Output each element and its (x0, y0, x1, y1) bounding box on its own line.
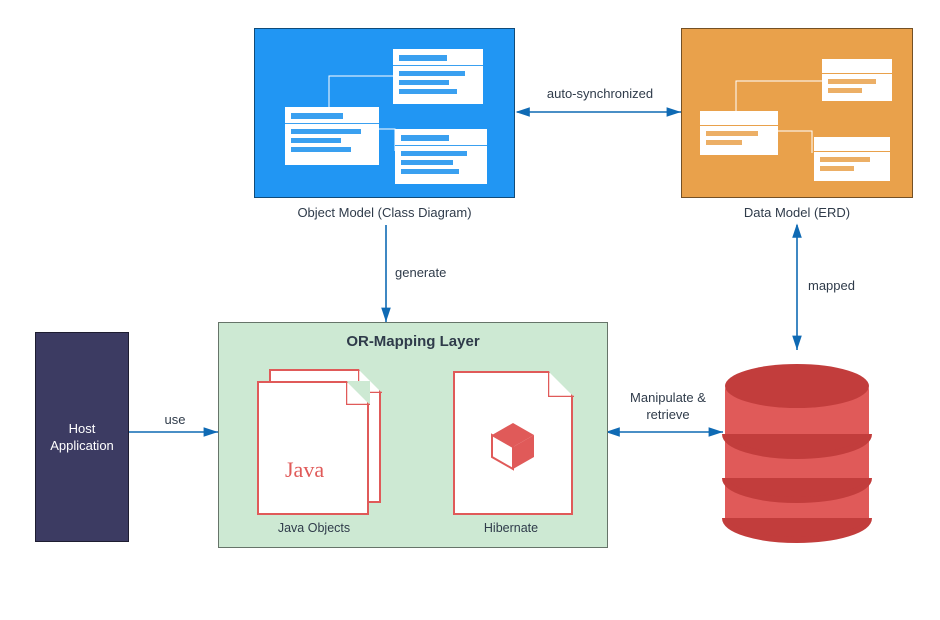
edge-manipulate-label: Manipulate & retrieve (618, 390, 718, 424)
data-model-panel (681, 28, 913, 198)
class-card (393, 49, 483, 104)
hibernate-file (453, 371, 573, 515)
hibernate-label: Hibernate (443, 521, 579, 535)
erd-card (822, 59, 892, 101)
data-model-label: Data Model (ERD) (681, 205, 913, 220)
database-icon (720, 350, 875, 550)
edge-generate-label: generate (395, 265, 475, 280)
erd-card (814, 137, 890, 181)
hibernate-cube-icon (488, 421, 538, 471)
host-application-label: Host Application (36, 421, 128, 455)
java-text: Java (285, 457, 324, 483)
host-application: Host Application (35, 332, 129, 542)
orm-layer: OR-Mapping Layer Java Java Objects Hiber… (218, 322, 608, 548)
java-objects-label: Java Objects (249, 521, 379, 535)
erd-card (700, 111, 778, 155)
edge-mapped-label: mapped (808, 278, 888, 293)
class-card (285, 107, 379, 165)
java-file-front: Java (257, 381, 369, 515)
edge-use-label: use (150, 412, 200, 427)
class-card (395, 129, 487, 184)
object-model-label: Object Model (Class Diagram) (254, 205, 515, 220)
object-model-panel (254, 28, 515, 198)
edge-auto-sync-label: auto-synchronized (530, 86, 670, 101)
orm-title: OR-Mapping Layer (219, 333, 607, 350)
